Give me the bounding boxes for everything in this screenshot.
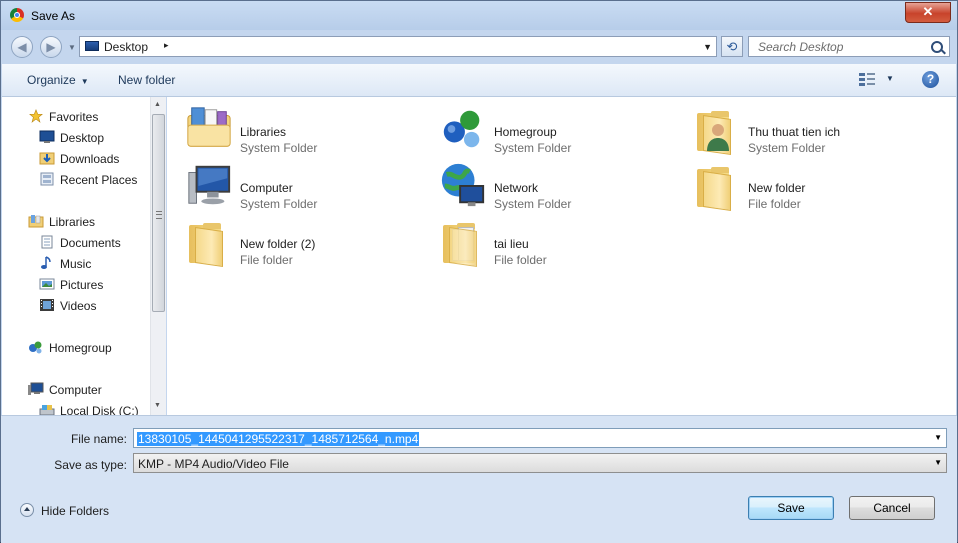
libraries-icon <box>187 107 231 147</box>
list-item-computer[interactable]: Computer System Folder <box>167 165 407 215</box>
star-icon <box>29 109 43 123</box>
close-button[interactable]: ✕ <box>905 2 951 23</box>
cancel-button[interactable]: Cancel <box>849 496 935 520</box>
computer-icon <box>28 382 44 395</box>
folder-icon <box>185 217 233 267</box>
pictures-icon <box>39 278 55 290</box>
scroll-thumb[interactable] <box>152 114 165 312</box>
refresh-button[interactable]: ⟲ <box>721 36 743 57</box>
recent-places-icon <box>40 172 54 186</box>
view-options-dropdown[interactable]: ▼ <box>886 74 894 83</box>
list-item-new-folder-2[interactable]: New folder (2) File folder <box>167 221 407 271</box>
videos-icon <box>40 299 54 311</box>
file-list: Libraries System Folder Homegroup System… <box>167 97 956 415</box>
recent-pages-dropdown[interactable]: ▼ <box>68 43 76 52</box>
forward-button[interactable]: ▶ <box>40 36 62 58</box>
chrome-icon <box>10 8 24 22</box>
list-item-new-folder[interactable]: New folder File folder <box>675 165 915 215</box>
list-item-tai-lieu[interactable]: tai lieu File folder <box>421 221 661 271</box>
list-item-libraries[interactable]: Libraries System Folder <box>167 107 407 159</box>
collapse-icon <box>20 503 34 517</box>
file-name-value[interactable]: 13830105_1445041295522317_1485712564_n.m… <box>137 432 420 446</box>
save-as-type-select[interactable]: KMP - MP4 Audio/Video File ▼ <box>133 453 947 473</box>
save-as-type-value: KMP - MP4 Audio/Video File <box>138 457 289 471</box>
save-options-panel: File name: 13830105_1445041295522317_148… <box>1 415 957 543</box>
breadcrumb-arrow-icon[interactable]: ▸ <box>164 40 169 51</box>
folder-icon <box>693 161 741 211</box>
address-dropdown-icon[interactable]: ▼ <box>703 42 712 52</box>
scroll-down-icon[interactable]: ▼ <box>154 402 161 409</box>
list-item-thu-thuat-tien-ich[interactable]: Thu thuat tien ich System Folder <box>675 109 915 159</box>
chevron-down-icon: ▼ <box>80 77 89 86</box>
scroll-up-icon[interactable]: ▲ <box>154 101 161 108</box>
network-icon <box>441 163 485 207</box>
list-item-homegroup[interactable]: Homegroup System Folder <box>421 109 661 159</box>
folder-with-files-icon <box>439 217 487 267</box>
music-icon <box>41 256 51 269</box>
libraries-icon <box>28 215 44 228</box>
navigation-scrollbar[interactable]: ▲ ▼ <box>150 97 166 415</box>
desktop-icon <box>85 41 99 51</box>
address-path[interactable]: Desktop <box>104 40 148 54</box>
documents-icon <box>41 235 53 249</box>
computer-icon <box>188 165 231 205</box>
homegroup-icon <box>443 110 480 148</box>
save-as-type-label: Save as type: <box>54 458 127 472</box>
address-bar-row: ◀ ▶ ▼ Desktop ▸ ▼ ⟲ Search Desktop <box>1 30 957 64</box>
search-placeholder: Search Desktop <box>758 40 844 54</box>
chevron-down-icon[interactable]: ▼ <box>934 458 942 467</box>
search-input[interactable]: Search Desktop <box>748 36 950 57</box>
downloads-folder-icon <box>39 152 55 165</box>
hard-drive-icon <box>39 405 55 415</box>
chevron-down-icon[interactable]: ▼ <box>934 433 942 442</box>
file-name-field[interactable]: 13830105_1445041295522317_1485712564_n.m… <box>133 428 947 448</box>
navigation-pane: Favorites Desktop Downloads Recent Place… <box>2 97 166 415</box>
file-name-label: File name: <box>70 432 127 446</box>
homegroup-icon <box>29 341 42 354</box>
help-icon[interactable]: ? <box>922 71 939 88</box>
search-icon[interactable] <box>931 41 943 53</box>
user-folder-icon <box>693 105 741 155</box>
address-bar[interactable]: Desktop ▸ ▼ <box>79 36 717 57</box>
list-item-network[interactable]: Network System Folder <box>421 163 661 215</box>
save-as-dialog: Save As ✕ ◀ ▶ ▼ Desktop ▸ ▼ ⟲ Search Des… <box>0 0 958 543</box>
new-folder-button[interactable]: New folder <box>118 73 175 87</box>
back-button[interactable]: ◀ <box>11 36 33 58</box>
command-bar: Organize ▼ New folder ▼ ? <box>2 64 956 97</box>
desktop-icon <box>39 130 55 143</box>
save-button[interactable]: Save <box>748 496 834 520</box>
window-title: Save As <box>31 9 76 23</box>
title-bar[interactable]: Save As ✕ <box>1 1 957 30</box>
organize-button[interactable]: Organize ▼ <box>27 73 89 87</box>
change-view-icon[interactable] <box>859 72 876 86</box>
